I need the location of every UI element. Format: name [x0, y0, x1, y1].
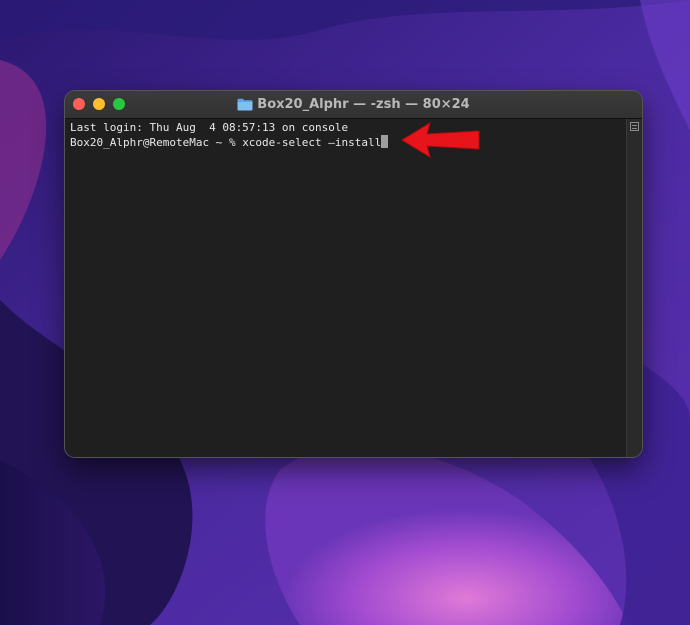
- window-title: Box20_Alphr — -zsh — 80×24: [257, 97, 470, 112]
- typed-command: xcode-select —install: [242, 136, 382, 149]
- title-bar[interactable]: Box20_Alphr — -zsh — 80×24: [65, 91, 642, 119]
- folder-icon: [237, 98, 253, 111]
- text-cursor: [381, 135, 389, 148]
- scrollbar[interactable]: [626, 119, 642, 457]
- terminal-window[interactable]: Box20_Alphr — -zsh — 80×24 Last login: T…: [65, 91, 642, 457]
- terminal-output[interactable]: Last login: Thu Aug 4 08:57:13 on consol…: [65, 119, 627, 457]
- window-title-group: Box20_Alphr — -zsh — 80×24: [65, 91, 642, 118]
- split-pane-icon[interactable]: [630, 122, 639, 131]
- command-line: Box20_Alphr@RemoteMac ~ % xcode-select —…: [70, 135, 389, 150]
- red-arrow-icon: [401, 121, 480, 159]
- shell-prompt: Box20_Alphr@RemoteMac ~ %: [70, 136, 243, 149]
- last-login-line: Last login: Thu Aug 4 08:57:13 on consol…: [70, 121, 349, 134]
- desktop-wallpaper: Box20_Alphr — -zsh — 80×24 Last login: T…: [0, 0, 690, 625]
